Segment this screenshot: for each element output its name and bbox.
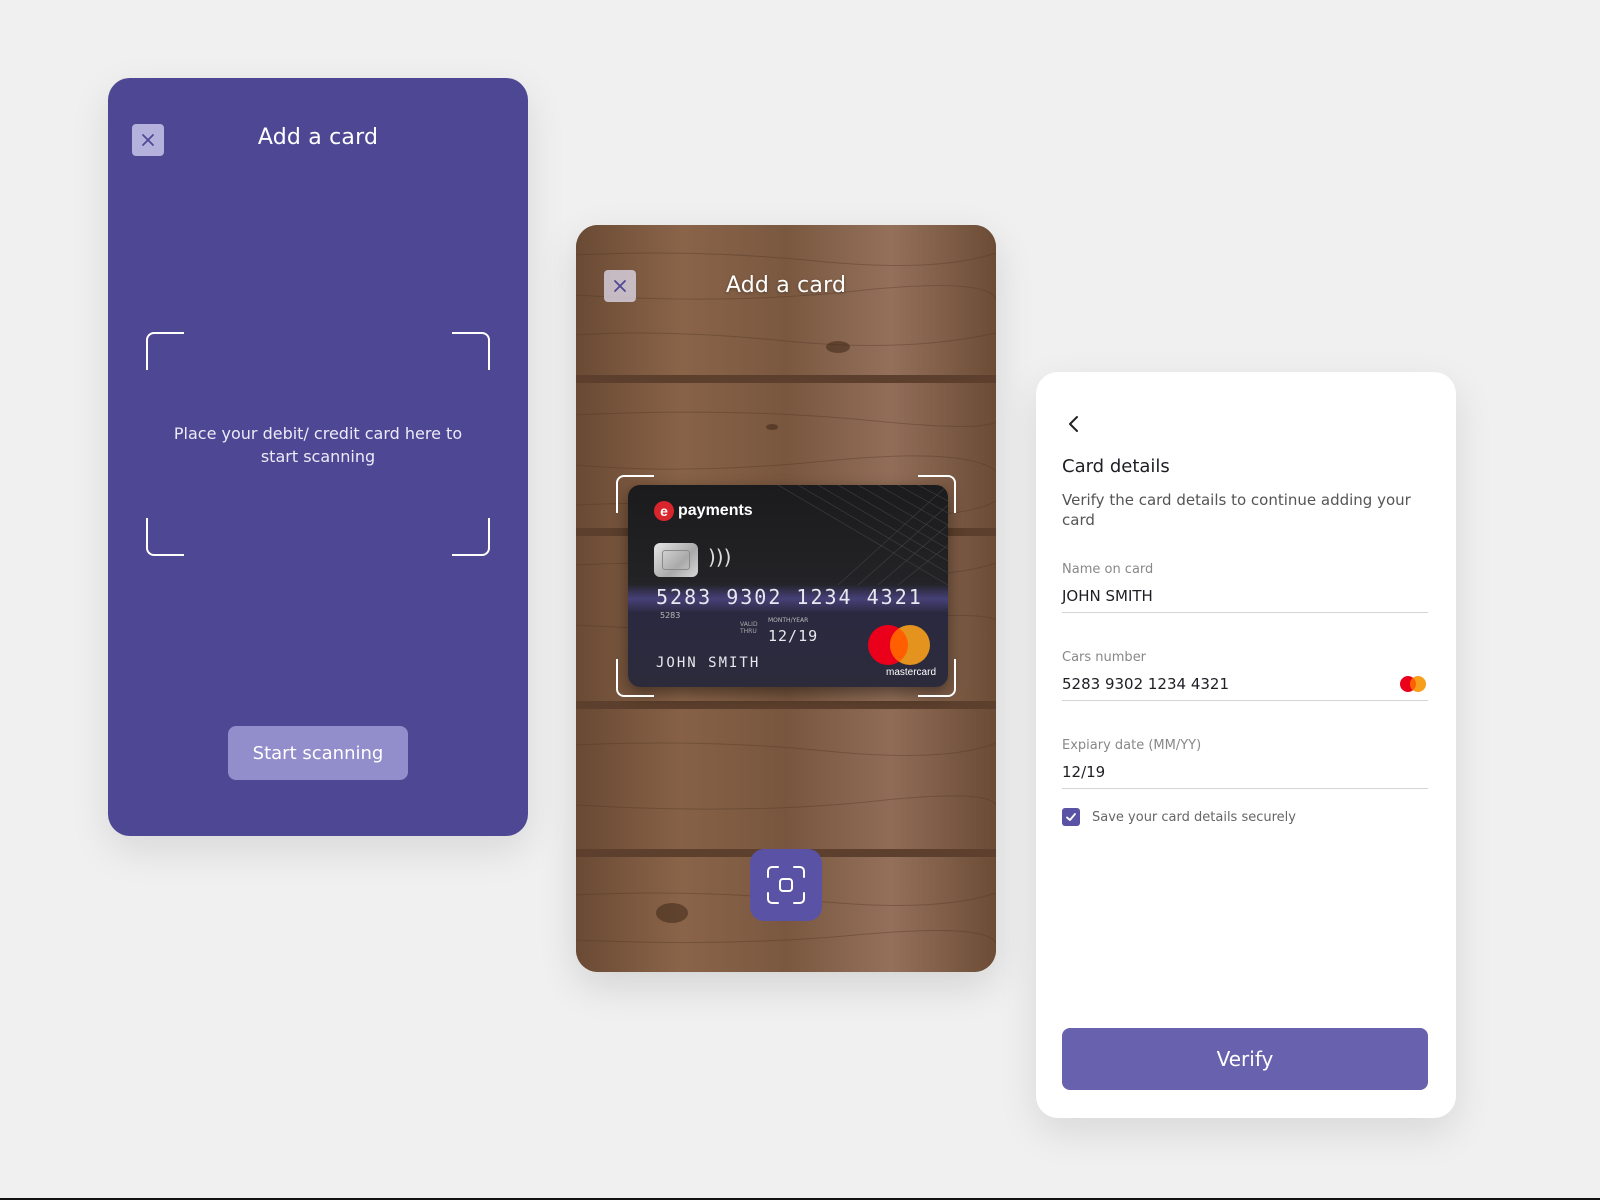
frame-corner bbox=[452, 518, 490, 556]
frame-corner bbox=[918, 475, 956, 513]
page-title: Add a card bbox=[257, 125, 379, 150]
camera-scan-screen: Add a card e payments ))) 5283 9302 1234… bbox=[576, 225, 996, 972]
scan-hint-text: Place your debit/ credit card here to st… bbox=[173, 424, 463, 466]
field-label: Cars number bbox=[1062, 650, 1147, 665]
name-on-card-field[interactable]: Name on card JOHN SMITH bbox=[1062, 562, 1428, 613]
chevron-left-icon[interactable] bbox=[1062, 412, 1086, 436]
section-title: Card details bbox=[1062, 456, 1170, 477]
card-number-value: 5283 9302 1234 4321 bbox=[1062, 675, 1229, 693]
checkmark-icon bbox=[1066, 813, 1076, 821]
verify-button[interactable]: Verify bbox=[1062, 1028, 1428, 1090]
card-number-input[interactable]: 5283 9302 1234 4321 bbox=[1062, 675, 1428, 701]
name-on-card-input[interactable]: JOHN SMITH bbox=[1062, 587, 1428, 613]
mastercard-icon bbox=[1400, 676, 1426, 692]
frame-corner bbox=[146, 518, 184, 556]
save-card-label: Save your card details securely bbox=[1092, 809, 1296, 825]
save-card-option[interactable]: Save your card details securely bbox=[1062, 808, 1296, 826]
frame-corner bbox=[146, 332, 184, 370]
frame-corner bbox=[616, 659, 654, 697]
frame-corner bbox=[452, 332, 490, 370]
scan-intro-screen: Add a card Place your debit/ credit card… bbox=[108, 78, 528, 836]
page-title: Add a card bbox=[725, 273, 847, 298]
frame-corner bbox=[616, 475, 654, 513]
scan-frame bbox=[616, 475, 956, 697]
start-scanning-button[interactable]: Start scanning bbox=[228, 726, 408, 780]
section-subtitle: Verify the card details to continue addi… bbox=[1062, 491, 1411, 529]
card-details-screen: Card details Verify the card details to … bbox=[1036, 372, 1456, 1118]
field-label: Name on card bbox=[1062, 562, 1154, 577]
card-number-field[interactable]: Cars number 5283 9302 1234 4321 bbox=[1062, 650, 1428, 701]
expiry-date-input[interactable]: 12/19 bbox=[1062, 763, 1428, 789]
save-card-checkbox[interactable] bbox=[1062, 808, 1080, 826]
field-label: Expiary date (MM/YY) bbox=[1062, 738, 1202, 753]
scan-focus-icon bbox=[767, 866, 805, 904]
frame-corner bbox=[918, 659, 956, 697]
capture-button[interactable] bbox=[750, 849, 822, 921]
expiry-date-field[interactable]: Expiary date (MM/YY) 12/19 bbox=[1062, 738, 1428, 789]
